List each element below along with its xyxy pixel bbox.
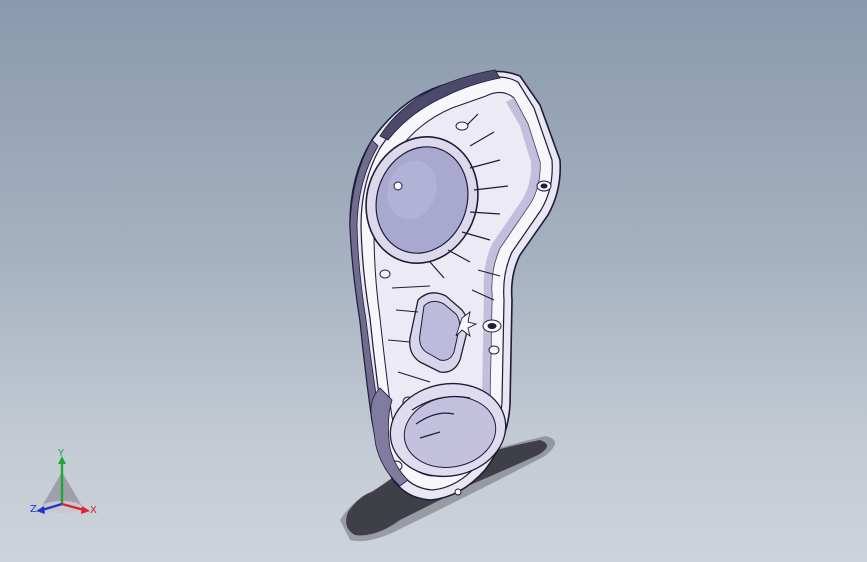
graphics-viewport[interactable]: Y X Z	[0, 0, 867, 562]
x-axis-arrow-icon	[81, 506, 90, 514]
z-axis-arrow-icon	[36, 506, 45, 514]
z-axis-label: Z	[30, 504, 37, 515]
y-axis-label: Y	[58, 448, 65, 459]
x-axis-label: X	[90, 505, 97, 516]
3d-part-model[interactable]	[0, 0, 867, 562]
